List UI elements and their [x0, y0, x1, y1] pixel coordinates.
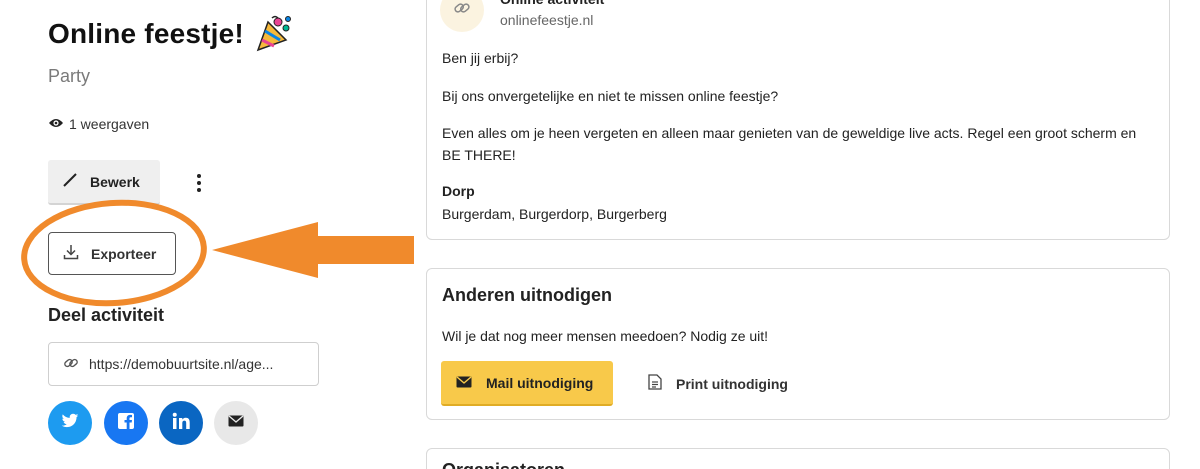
mail-invite-button[interactable]: Mail uitnodiging	[441, 361, 613, 406]
activity-details-card	[426, 0, 1170, 240]
description-paragraph: Ben jij erbij?	[442, 50, 519, 66]
activity-title: Online feestje!	[48, 14, 294, 54]
activity-type: Online activiteit	[500, 0, 604, 7]
share-email-button[interactable]	[214, 401, 258, 445]
link-icon	[453, 0, 471, 22]
share-title: Deel activiteit	[48, 305, 165, 325]
organizers-title: Organisatoren	[442, 460, 565, 469]
invite-text: Wil je dat nog meer mensen meedoen? Nodi…	[442, 328, 769, 344]
view-count: 1 weergaven	[48, 116, 149, 132]
envelope-icon	[456, 375, 472, 391]
print-invite-label: Print uitnodiging	[676, 375, 788, 392]
invite-title: Anderen uitnodigen	[442, 285, 612, 305]
more-vertical-icon	[197, 174, 201, 178]
eye-icon	[48, 116, 64, 132]
envelope-icon	[228, 414, 244, 432]
share-twitter-button[interactable]	[48, 401, 92, 445]
village-label: Dorp	[442, 183, 475, 199]
download-icon	[63, 244, 79, 263]
share-url-field[interactable]: https://demobuurtsite.nl/age...	[48, 342, 319, 386]
export-button-label: Exporteer	[91, 245, 157, 262]
more-options-button[interactable]	[188, 170, 210, 196]
facebook-icon	[117, 412, 135, 435]
edit-button[interactable]: Bewerk	[48, 160, 160, 205]
link-icon	[63, 355, 79, 374]
share-linkedin-button[interactable]	[159, 401, 203, 445]
document-icon	[648, 374, 662, 393]
twitter-icon	[61, 413, 79, 434]
party-popper-icon	[254, 14, 294, 54]
mail-invite-label: Mail uitnodiging	[486, 374, 594, 391]
linkedin-icon	[172, 412, 190, 435]
activity-category: Party	[48, 66, 91, 86]
activity-domain-link[interactable]: onlinefeestje.nl	[500, 12, 593, 28]
share-facebook-button[interactable]	[104, 401, 148, 445]
description-paragraph: Bij ons onvergetelijke en niet te missen…	[442, 88, 779, 104]
view-count-text: 1 weergaven	[69, 116, 150, 132]
print-invite-button[interactable]: Print uitnodiging	[648, 361, 788, 406]
annotation-arrow	[212, 222, 414, 278]
pencil-icon	[62, 172, 78, 191]
village-value: Burgerdam, Burgerdorp, Burgerberg	[442, 206, 667, 222]
activity-title-text: Online feestje!	[48, 18, 244, 49]
export-button[interactable]: Exporteer	[48, 232, 176, 275]
description-paragraph: Even alles om je heen vergeten en alleen…	[442, 125, 1137, 163]
share-url-text: https://demobuurtsite.nl/age...	[89, 356, 274, 372]
edit-button-label: Bewerk	[90, 173, 140, 190]
